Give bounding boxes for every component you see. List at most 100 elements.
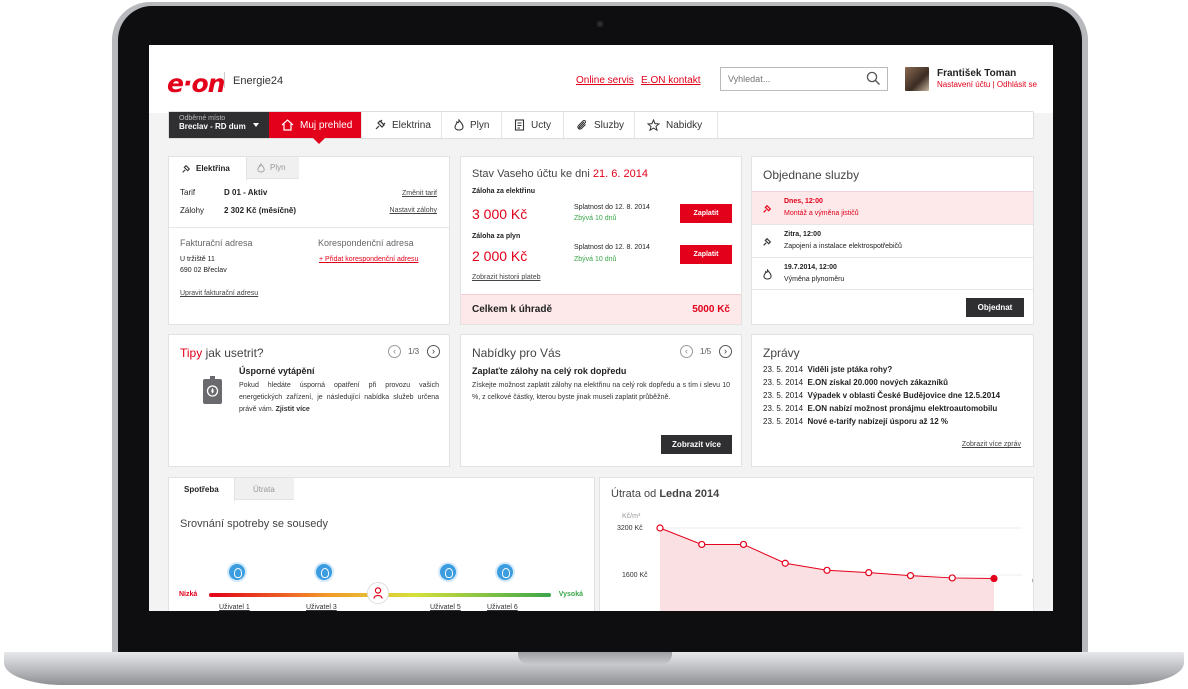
tips-more-link[interactable]: Zjistit více: [276, 406, 310, 413]
news-date: 23. 5. 2014: [763, 417, 804, 426]
account-links[interactable]: Nastavení účtu | Odhlásit se: [937, 80, 1037, 89]
balance-date: 21. 6. 2014: [592, 168, 648, 180]
balance-card: Stav Vaseho účtu ke dni 21. 6. 2014 Zálo…: [460, 156, 742, 325]
item-due: Splatnost do 12. 8. 2014: [574, 204, 650, 211]
add-corr-address-link[interactable]: + Přidat korespondenční adresu: [319, 256, 418, 263]
balance-title-row: Stav Vaseho účtu ke dni 21. 6. 2014: [472, 168, 648, 180]
online-servis-link[interactable]: Online servis: [576, 75, 634, 86]
plug-icon: [375, 119, 386, 130]
news-text: E.ON získal 20.000 nových zákazníků: [807, 378, 949, 387]
tips-title-rest: jak usetrit?: [202, 346, 264, 360]
tips-heading: Úsporné vytápění: [239, 366, 315, 376]
service-row[interactable]: Dnes, 12:00 Montáž a výměna jističů: [752, 191, 1033, 224]
order-button[interactable]: Objednat: [966, 298, 1024, 317]
flame-icon: [763, 269, 772, 280]
paperclip-icon: [577, 119, 587, 130]
plug-icon: [763, 237, 772, 246]
tab-label: Sluzby: [594, 119, 625, 131]
change-tarif-link[interactable]: Změnit tarif: [402, 190, 437, 197]
tab-nabidky[interactable]: Nabidky: [635, 112, 718, 138]
user-label: Uživatel 5: [430, 604, 461, 611]
tab-utrata[interactable]: Útrata: [253, 485, 275, 494]
data-point[interactable]: [656, 524, 664, 532]
news-item[interactable]: 23. 5. 2014 Výpadek v oblasti České Budě…: [763, 391, 1000, 400]
service-row[interactable]: 19.7.2014, 12:00 Výměna plynoměru: [752, 257, 1033, 290]
data-point[interactable]: [698, 540, 706, 549]
chevron-down-icon: [253, 123, 259, 127]
tab-plyn-contract[interactable]: Plyn: [257, 163, 286, 173]
data-point[interactable]: [990, 574, 998, 583]
flame-icon: [257, 163, 265, 173]
set-zalohy-link[interactable]: Nastavit zálohy: [390, 207, 437, 214]
news-item[interactable]: 23. 5. 2014 E.ON nabízí možnost pronájmu…: [763, 404, 997, 413]
total-value: 5000 Kč: [692, 304, 730, 315]
data-point[interactable]: [823, 566, 831, 574]
user-pin-icon[interactable]: [229, 564, 245, 580]
service-what: Zapojení a instalace elektrospotřebičů: [784, 243, 902, 250]
user-pin-icon[interactable]: [316, 564, 332, 580]
prev-arrow-icon[interactable]: ‹: [388, 345, 401, 358]
news-text: E.ON nabízí možnost pronájmu elektroauto…: [807, 404, 998, 413]
user-avatar[interactable]: [905, 67, 929, 91]
tab-sluzby[interactable]: Sluzby: [564, 112, 635, 138]
plug-icon: [182, 164, 191, 173]
tab-muj-prehled[interactable]: Muj prehled: [269, 112, 362, 144]
pay-gas-button[interactable]: Zaplatit: [680, 245, 732, 264]
pay-electricity-button[interactable]: Zaplatit: [680, 204, 732, 223]
eon-kontakt-link[interactable]: E.ON kontakt: [641, 75, 700, 86]
tab-elektrina[interactable]: Elektrina: [362, 112, 442, 138]
main-nav: Odběrné místo Breclav - RD dum Muj prehl…: [168, 111, 1034, 144]
star-icon: [647, 119, 660, 131]
chart-title-prefix: Útrata od: [611, 488, 660, 500]
user-pin-icon[interactable]: [497, 564, 513, 580]
y-axis-label: Kč/m³: [622, 513, 641, 520]
offers-text: Získejte možnost zaplatit zálohy na elek…: [472, 382, 730, 401]
user-label: Uživatel 6: [487, 604, 518, 611]
tab-elektrina-contract[interactable]: Elektřina: [169, 157, 247, 180]
next-arrow-icon[interactable]: ›: [427, 345, 440, 358]
y-tick-label: 1600 Kč: [622, 572, 648, 579]
site-selector[interactable]: Odběrné místo Breclav - RD dum: [169, 112, 269, 138]
brand-name: Energie24: [233, 75, 284, 87]
data-point[interactable]: [948, 574, 956, 582]
data-point[interactable]: [739, 540, 748, 549]
user-pin-icon[interactable]: [440, 564, 456, 580]
zalohy-label: Zálohy: [180, 206, 205, 215]
tab-ucty[interactable]: Ucty: [502, 112, 564, 138]
tips-card: Tipy jak usetrit? ‹ 1/3 › Úsporné vytápě…: [168, 334, 450, 467]
data-point[interactable]: [906, 571, 915, 580]
tab-label: Elektřina: [196, 164, 230, 173]
item-amount: 2 000 Kč: [472, 248, 528, 264]
low-label: Nízká: [179, 591, 198, 598]
webcam: [597, 21, 603, 27]
tab-spotreba[interactable]: Spotřeba: [169, 478, 235, 501]
my-position-marker[interactable]: [367, 582, 389, 604]
more-news-link[interactable]: Zobrazit více zpráv: [962, 441, 1021, 448]
tab-label: Nabidky: [666, 119, 703, 131]
show-more-button[interactable]: Zobrazit více: [661, 435, 732, 454]
data-point[interactable]: [865, 569, 873, 577]
data-point[interactable]: [781, 559, 789, 567]
balance-title: Stav Vaseho účtu ke dni: [472, 168, 590, 180]
search-icon[interactable]: [866, 71, 881, 86]
tab-plyn[interactable]: Plyn: [442, 112, 502, 138]
next-arrow-icon[interactable]: ›: [719, 345, 732, 358]
payment-history-link[interactable]: Zobrazit historii plateb: [472, 274, 540, 281]
news-item[interactable]: 23. 5. 2014 Nové e-tarify nabízejí úspor…: [763, 417, 948, 426]
document-icon: [514, 119, 525, 131]
offers-heading: Zaplaťte zálohy na celý rok dopředu: [472, 366, 627, 376]
boiler-icon: [203, 376, 222, 404]
news-title: Zprávy: [763, 346, 800, 360]
chart-title-bold: Ledna 2014: [659, 488, 720, 500]
laptop-notch: [518, 652, 672, 664]
search-input[interactable]: [721, 68, 851, 90]
news-item[interactable]: 23. 5. 2014 E.ON získal 20.000 nových zá…: [763, 378, 948, 387]
item-due: Splatnost do 12. 8. 2014: [574, 244, 650, 251]
service-row[interactable]: Zitra, 12:00 Zapojení a instalace elektr…: [752, 224, 1033, 257]
tarif-value: D 01 - Aktiv: [224, 188, 268, 197]
news-item[interactable]: 23. 5. 2014 Viděli jste ptáka rohy?: [763, 365, 892, 374]
prev-arrow-icon[interactable]: ‹: [680, 345, 693, 358]
offers-card: Nabídky pro Vás ‹ 1/5 › Zaplaťte zálohy …: [460, 334, 742, 467]
eon-logo[interactable]: e·on: [167, 69, 225, 98]
edit-billing-link[interactable]: Upravit fakturační adresu: [180, 290, 258, 297]
